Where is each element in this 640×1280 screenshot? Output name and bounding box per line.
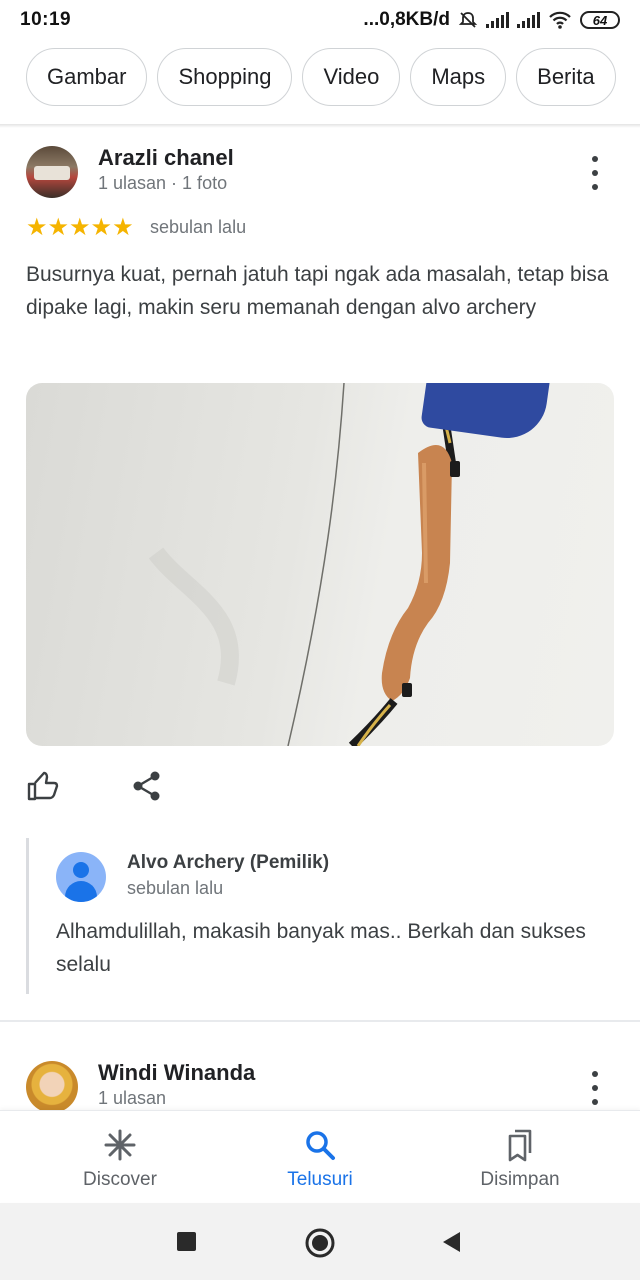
star-rating: ★★★★★ — [26, 214, 134, 241]
review-divider — [0, 1020, 640, 1022]
chip-shopping[interactable]: Shopping — [157, 48, 293, 106]
bookmarks-icon — [508, 1129, 532, 1162]
wifi-icon — [549, 11, 571, 29]
reviewer-name[interactable]: Arazli chanel — [98, 145, 234, 171]
owner-reply-bar — [26, 838, 29, 994]
reviewer-meta-2: 1 ulasan — [98, 1088, 167, 1108]
status-icons: ...0,8KB/d 64 — [363, 9, 620, 31]
chip-maps[interactable]: Maps — [410, 48, 507, 106]
owner-reply-text: Alhamdulillah, makasih banyak mas.. Berk… — [56, 920, 586, 976]
owner-name: Alvo Archery (Pemilik) — [127, 852, 330, 873]
bottom-navigation: Discover Telusuri Disimpan — [0, 1110, 640, 1202]
mute-bell-icon — [458, 12, 478, 28]
signal-2-icon — [517, 12, 540, 28]
battery-indicator: 64 — [580, 11, 620, 29]
thumbs-up-icon[interactable] — [26, 770, 60, 802]
reviewer-avatar[interactable] — [26, 146, 78, 198]
asterisk-icon — [104, 1129, 136, 1161]
search-filter-chips: Gambar Shopping Video Maps Berita — [0, 48, 640, 114]
home-icon[interactable] — [304, 1227, 336, 1259]
chip-berita[interactable]: Berita — [516, 48, 616, 106]
reviewer-avatar-2[interactable] — [26, 1061, 78, 1113]
nav-disimpan-label: Disimpan — [480, 1169, 560, 1190]
reviewer-meta: 1 ulasan · 1 foto — [98, 173, 228, 193]
search-icon — [306, 1131, 335, 1160]
share-icon[interactable] — [132, 770, 162, 802]
nav-disimpan[interactable]: Disimpan — [440, 1111, 600, 1203]
reviewer-name-2[interactable]: Windi Winanda — [98, 1060, 255, 1086]
signal-1-icon — [486, 12, 509, 28]
owner-reply-date: sebulan lalu — [127, 878, 224, 898]
network-speed: ...0,8KB/d — [363, 9, 450, 30]
system-navigation-bar — [0, 1203, 640, 1280]
review-date: sebulan lalu — [150, 217, 247, 237]
back-icon[interactable] — [440, 1230, 462, 1254]
review-photo[interactable] — [26, 383, 614, 746]
recents-icon[interactable] — [176, 1231, 197, 1252]
owner-avatar — [56, 852, 106, 902]
status-time: 10:19 — [20, 9, 72, 30]
nav-telusuri-label: Telusuri — [287, 1169, 353, 1190]
nav-discover-label: Discover — [83, 1169, 157, 1190]
nav-discover[interactable]: Discover — [40, 1111, 200, 1203]
chip-video[interactable]: Video — [302, 48, 401, 106]
chip-gambar[interactable]: Gambar — [26, 48, 148, 106]
more-options-icon-2[interactable] — [585, 1071, 605, 1105]
more-options-icon[interactable] — [585, 156, 605, 190]
review-text: Busurnya kuat, pernah jatuh tapi ngak ad… — [26, 263, 609, 319]
chips-divider — [0, 124, 640, 128]
status-bar: 10:19 ...0,8KB/d 64 — [0, 0, 640, 40]
nav-telusuri[interactable]: Telusuri — [240, 1111, 400, 1203]
